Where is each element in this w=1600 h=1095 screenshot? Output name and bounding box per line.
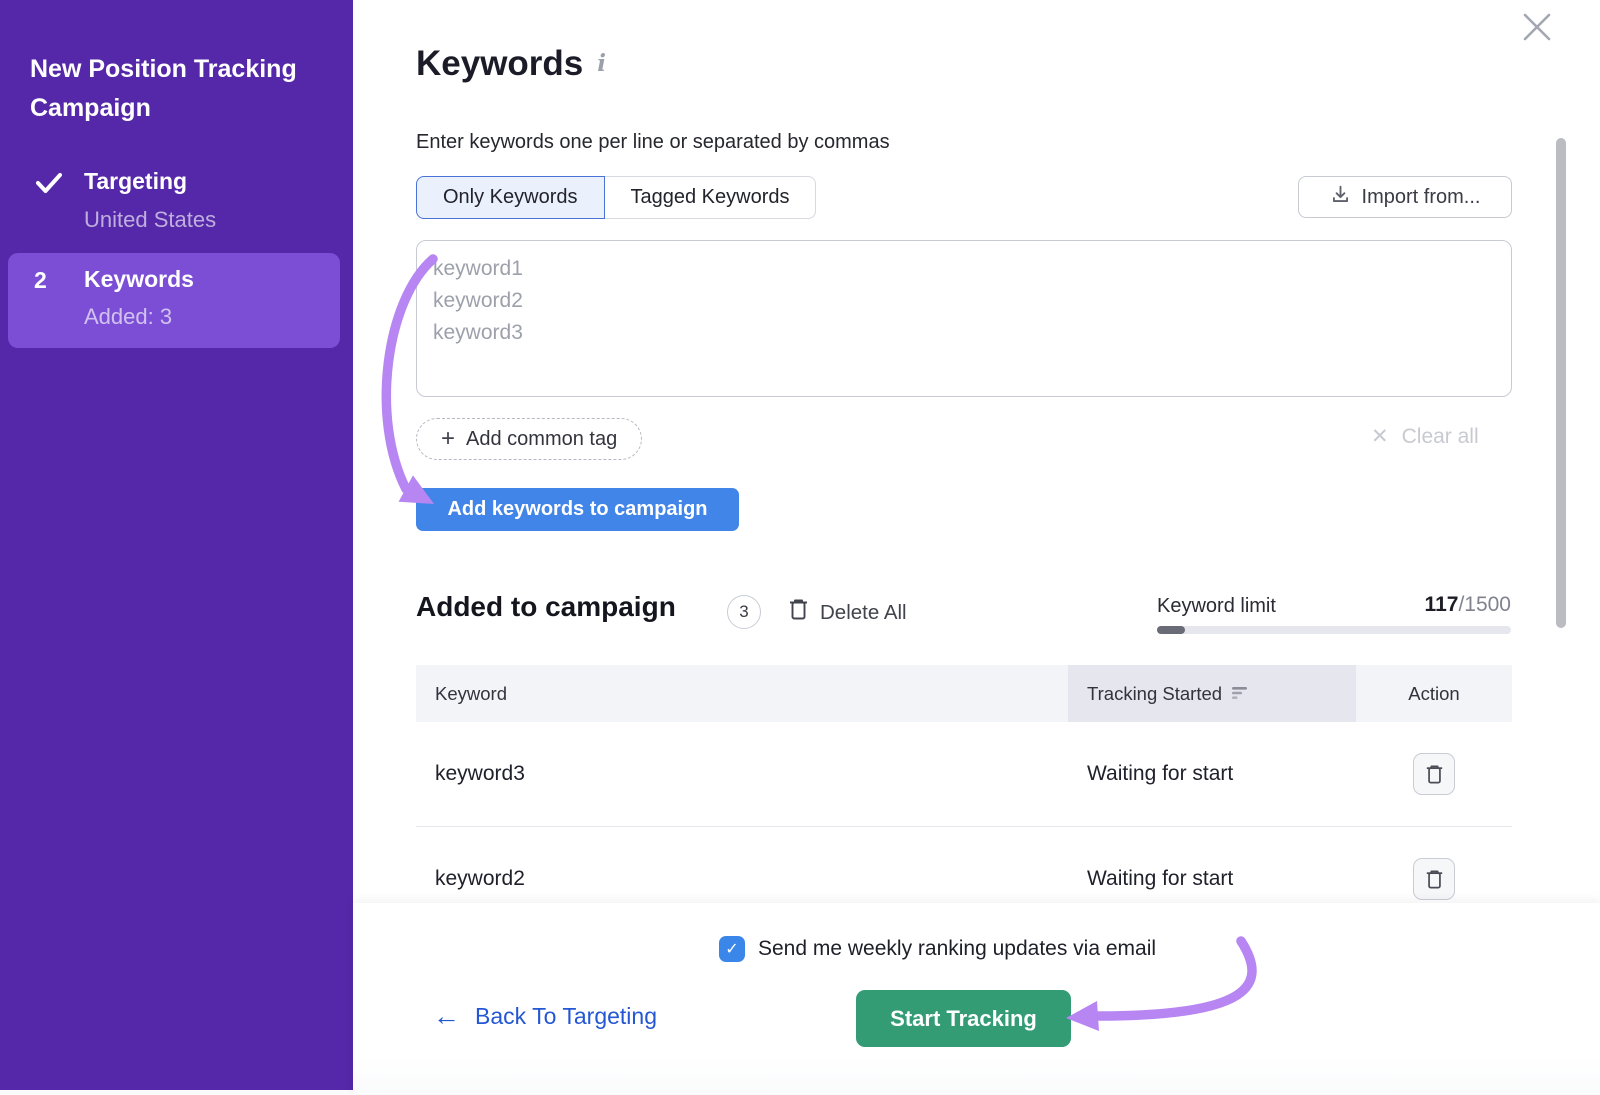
check-icon (36, 172, 62, 199)
sidebar-step-keywords-label: Keywords (84, 266, 194, 293)
import-from-label: Import from... (1362, 186, 1481, 209)
keyword-limit-label: Keyword limit (1157, 595, 1276, 618)
email-updates-checkbox[interactable]: ✓ (719, 936, 745, 962)
sidebar-step-keywords-count: Added: 3 (84, 304, 172, 330)
keyword-limit-used: 117 (1425, 593, 1459, 616)
added-count-badge: 3 (727, 595, 761, 629)
page-title: Keywords i (416, 44, 606, 84)
tab-only-keywords[interactable]: Only Keywords (416, 176, 605, 219)
import-from-button[interactable]: Import from... (1298, 176, 1512, 218)
column-header-keyword[interactable]: Keyword (416, 665, 1068, 722)
delete-all-button[interactable]: Delete All (788, 598, 907, 627)
modal-footer: ✓ Send me weekly ranking updates via ema… (353, 903, 1600, 1095)
added-to-campaign-title: Added to campaign (416, 591, 676, 623)
download-icon (1330, 184, 1351, 211)
row-keyword: keyword2 (416, 867, 1068, 891)
placeholder-line: keyword2 (433, 285, 1495, 317)
keyword-limit-progressbar (1157, 626, 1511, 634)
column-header-tracking-started-label: Tracking Started (1087, 683, 1222, 705)
sidebar-step-keywords[interactable]: 2 Keywords Added: 3 (8, 253, 340, 348)
new-position-tracking-modal: New Position Tracking Campaign Targeting… (0, 0, 1600, 1095)
delete-all-label: Delete All (820, 601, 907, 625)
table-header: Keyword Tracking Started Action (416, 665, 1512, 722)
clear-all-button[interactable]: ✕ Clear all (1371, 424, 1479, 449)
info-icon[interactable]: i (597, 50, 606, 77)
placeholder-line: keyword1 (433, 253, 1495, 285)
close-icon[interactable] (1518, 8, 1556, 46)
sort-icon (1232, 683, 1249, 705)
keyword-limit-progress-fill (1157, 626, 1185, 634)
plus-icon: + (441, 425, 455, 453)
clear-all-label: Clear all (1402, 425, 1479, 449)
campaign-title: New Position Tracking Campaign (30, 50, 330, 128)
trash-icon (788, 598, 809, 627)
row-status: Waiting for start (1068, 762, 1356, 786)
tab-tagged-keywords[interactable]: Tagged Keywords (605, 176, 817, 219)
keyword-limit-total: /1500 (1458, 593, 1511, 616)
add-keywords-button[interactable]: Add keywords to campaign (416, 488, 739, 531)
clear-icon: ✕ (1371, 424, 1389, 449)
back-arrow-icon: ← (433, 1001, 460, 1032)
delete-keyword-button[interactable] (1413, 753, 1455, 795)
keywords-instruction: Enter keywords one per line or separated… (416, 131, 890, 154)
add-common-tag-button[interactable]: + Add common tag (416, 418, 642, 460)
step-number: 2 (34, 267, 47, 294)
sidebar: New Position Tracking Campaign Targeting… (0, 0, 353, 1090)
scrollbar[interactable] (1556, 138, 1566, 628)
checkbox-check-icon: ✓ (725, 939, 738, 959)
keyword-limit-value: 117/1500 (1330, 593, 1511, 617)
email-updates-row: ✓ Send me weekly ranking updates via ema… (719, 936, 1156, 962)
delete-keyword-button[interactable] (1413, 858, 1455, 900)
page-title-text: Keywords (416, 44, 583, 83)
email-updates-label: Send me weekly ranking updates via email (758, 937, 1156, 961)
add-common-tag-label: Add common tag (466, 428, 617, 451)
column-header-action: Action (1356, 665, 1512, 722)
sidebar-step-targeting-value: United States (84, 207, 216, 233)
keywords-textarea[interactable]: keyword1 keyword2 keyword3 (416, 240, 1512, 397)
row-status: Waiting for start (1068, 867, 1356, 891)
sidebar-step-targeting[interactable]: Targeting (84, 168, 187, 195)
table-row: keyword3 Waiting for start (416, 722, 1512, 827)
added-keywords-table: Keyword Tracking Started Action keyword3… (416, 665, 1512, 932)
back-to-targeting-label: Back To Targeting (475, 1003, 657, 1030)
column-header-tracking-started[interactable]: Tracking Started (1068, 665, 1356, 722)
back-to-targeting-link[interactable]: ← Back To Targeting (433, 1001, 657, 1032)
placeholder-line: keyword3 (433, 317, 1495, 349)
row-keyword: keyword3 (416, 762, 1068, 786)
keywords-tabs: Only Keywords Tagged Keywords (416, 176, 816, 219)
start-tracking-button[interactable]: Start Tracking (856, 990, 1071, 1047)
